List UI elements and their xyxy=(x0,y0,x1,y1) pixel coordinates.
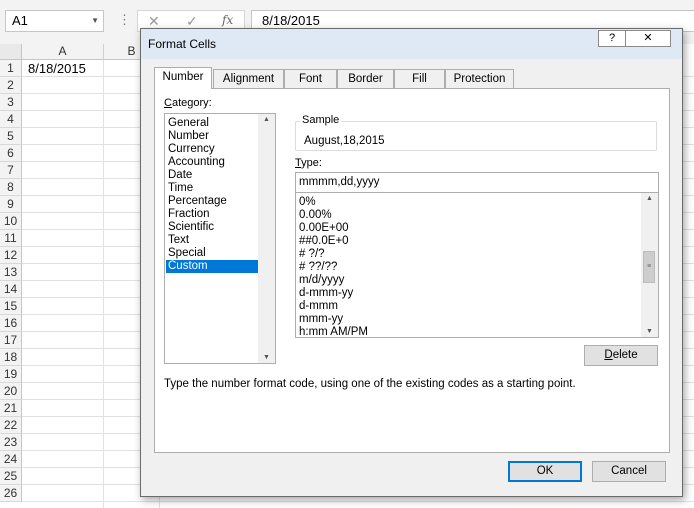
category-scrollbar[interactable]: ▲ ▼ xyxy=(258,114,275,363)
gridline xyxy=(22,501,694,502)
row-header[interactable]: 1 xyxy=(0,60,22,77)
format-list-scrollbar[interactable]: ▲ ≡ ▼ xyxy=(641,193,658,337)
scroll-thumb[interactable]: ≡ xyxy=(643,251,655,283)
row-header[interactable]: 9 xyxy=(0,196,22,213)
row-header[interactable]: 15 xyxy=(0,298,22,315)
category-item[interactable]: Fraction xyxy=(168,208,210,221)
row-header[interactable]: 20 xyxy=(0,383,22,400)
format-code-item[interactable]: d-mmm-yy xyxy=(299,287,353,300)
dialog-titlebar[interactable]: Format Cells ? ✕ xyxy=(141,29,682,59)
scroll-up-icon[interactable]: ▲ xyxy=(258,116,275,123)
row-header[interactable]: 13 xyxy=(0,264,22,281)
format-code-list[interactable]: 0% 0.00% 0.00E+00 ##0.0E+0 # ?/? # ??/?? m/d/y… xyxy=(295,192,659,338)
row-header[interactable]: 3 xyxy=(0,94,22,111)
more-options-icon[interactable]: ⋮ xyxy=(118,12,131,28)
row-header[interactable]: 23 xyxy=(0,434,22,451)
column-header-a[interactable]: A xyxy=(22,44,104,60)
select-all-corner[interactable] xyxy=(0,44,22,60)
row-header[interactable]: 25 xyxy=(0,468,22,485)
tab-border[interactable]: Border xyxy=(337,69,394,88)
dialog-title: Format Cells xyxy=(148,37,217,51)
row-header[interactable]: 19 xyxy=(0,366,22,383)
row-header[interactable]: 12 xyxy=(0,247,22,264)
insert-function-icon[interactable]: fx xyxy=(222,13,233,27)
category-item[interactable]: Accounting xyxy=(168,156,225,169)
ok-button[interactable]: OK xyxy=(508,461,582,482)
gridline xyxy=(103,60,104,508)
row-header[interactable]: 18 xyxy=(0,349,22,366)
row-header[interactable]: 7 xyxy=(0,162,22,179)
help-button[interactable]: ? xyxy=(598,30,625,47)
help-text: Type the number format code, using one o… xyxy=(164,378,576,390)
name-box-value: A1 xyxy=(12,13,28,28)
row-header[interactable]: 16 xyxy=(0,315,22,332)
row-header[interactable]: 24 xyxy=(0,451,22,468)
category-item[interactable]: Special xyxy=(168,247,206,260)
delete-button[interactable]: Delete xyxy=(584,345,658,366)
category-item[interactable]: Time xyxy=(168,182,193,195)
category-label: Category: xyxy=(164,97,212,109)
row-header[interactable]: 17 xyxy=(0,332,22,349)
category-item[interactable]: Text xyxy=(168,234,189,247)
category-list[interactable]: General Number Currency Accounting Date Time P… xyxy=(164,113,276,364)
row-header[interactable]: 21 xyxy=(0,400,22,417)
category-item[interactable]: Date xyxy=(168,169,192,182)
format-code-item[interactable]: 0.00E+00 xyxy=(299,222,349,235)
format-code-item[interactable]: m/d/yyyy xyxy=(299,274,344,287)
category-item[interactable]: General xyxy=(168,117,209,130)
category-item[interactable]: Currency xyxy=(168,143,215,156)
row-header[interactable]: 8 xyxy=(0,179,22,196)
row-header[interactable]: 5 xyxy=(0,128,22,145)
category-item[interactable]: Percentage xyxy=(168,195,227,208)
cell-a1[interactable]: 8/18/2015 xyxy=(28,61,86,77)
sample-label: Sample xyxy=(300,114,342,126)
tab-alignment[interactable]: Alignment xyxy=(213,69,284,88)
tab-protection[interactable]: Protection xyxy=(445,69,514,88)
name-box[interactable]: A1 ▼ xyxy=(5,10,104,32)
tab-number[interactable]: Number xyxy=(154,67,212,89)
row-header[interactable]: 22 xyxy=(0,417,22,434)
scroll-up-icon[interactable]: ▲ xyxy=(641,195,658,202)
format-code-item[interactable]: h:mm AM/PM xyxy=(299,326,368,337)
cancel-button[interactable]: Cancel xyxy=(592,461,666,482)
format-code-item[interactable]: 0.00% xyxy=(299,209,332,222)
number-tab-panel: Category: General Number Currency Accountin… xyxy=(154,88,670,453)
close-button[interactable]: ✕ xyxy=(625,30,671,47)
format-code-item[interactable]: d-mmm xyxy=(299,300,338,313)
type-label: Type: xyxy=(295,157,322,169)
category-item[interactable]: Custom xyxy=(166,260,267,273)
close-icon: ✕ xyxy=(643,32,653,44)
format-code-item[interactable]: ##0.0E+0 xyxy=(299,235,349,248)
row-header[interactable]: 4 xyxy=(0,111,22,128)
row-header[interactable]: 10 xyxy=(0,213,22,230)
scroll-down-icon[interactable]: ▼ xyxy=(641,328,658,335)
format-code-item[interactable]: # ?/? xyxy=(299,248,325,261)
format-cells-dialog: Format Cells ? ✕ Number Alignment Font B… xyxy=(140,28,683,497)
tab-fill[interactable]: Fill xyxy=(394,69,445,88)
row-header[interactable]: 14 xyxy=(0,281,22,298)
sample-value: August,18,2015 xyxy=(304,135,385,147)
row-header[interactable]: 26 xyxy=(0,485,22,502)
category-item[interactable]: Number xyxy=(168,130,209,143)
name-box-dropdown-icon[interactable]: ▼ xyxy=(91,11,99,31)
format-code-item[interactable]: 0% xyxy=(299,196,316,209)
format-code-item[interactable]: # ??/?? xyxy=(299,261,337,274)
scroll-down-icon[interactable]: ▼ xyxy=(258,354,275,361)
format-code-item[interactable]: mmm-yy xyxy=(299,313,343,326)
category-item[interactable]: Scientific xyxy=(168,221,214,234)
type-input[interactable]: mmmm,dd,yyyy xyxy=(295,172,659,193)
row-header[interactable]: 6 xyxy=(0,145,22,162)
tab-font[interactable]: Font xyxy=(284,69,337,88)
row-header[interactable]: 11 xyxy=(0,230,22,247)
row-header[interactable]: 2 xyxy=(0,77,22,94)
